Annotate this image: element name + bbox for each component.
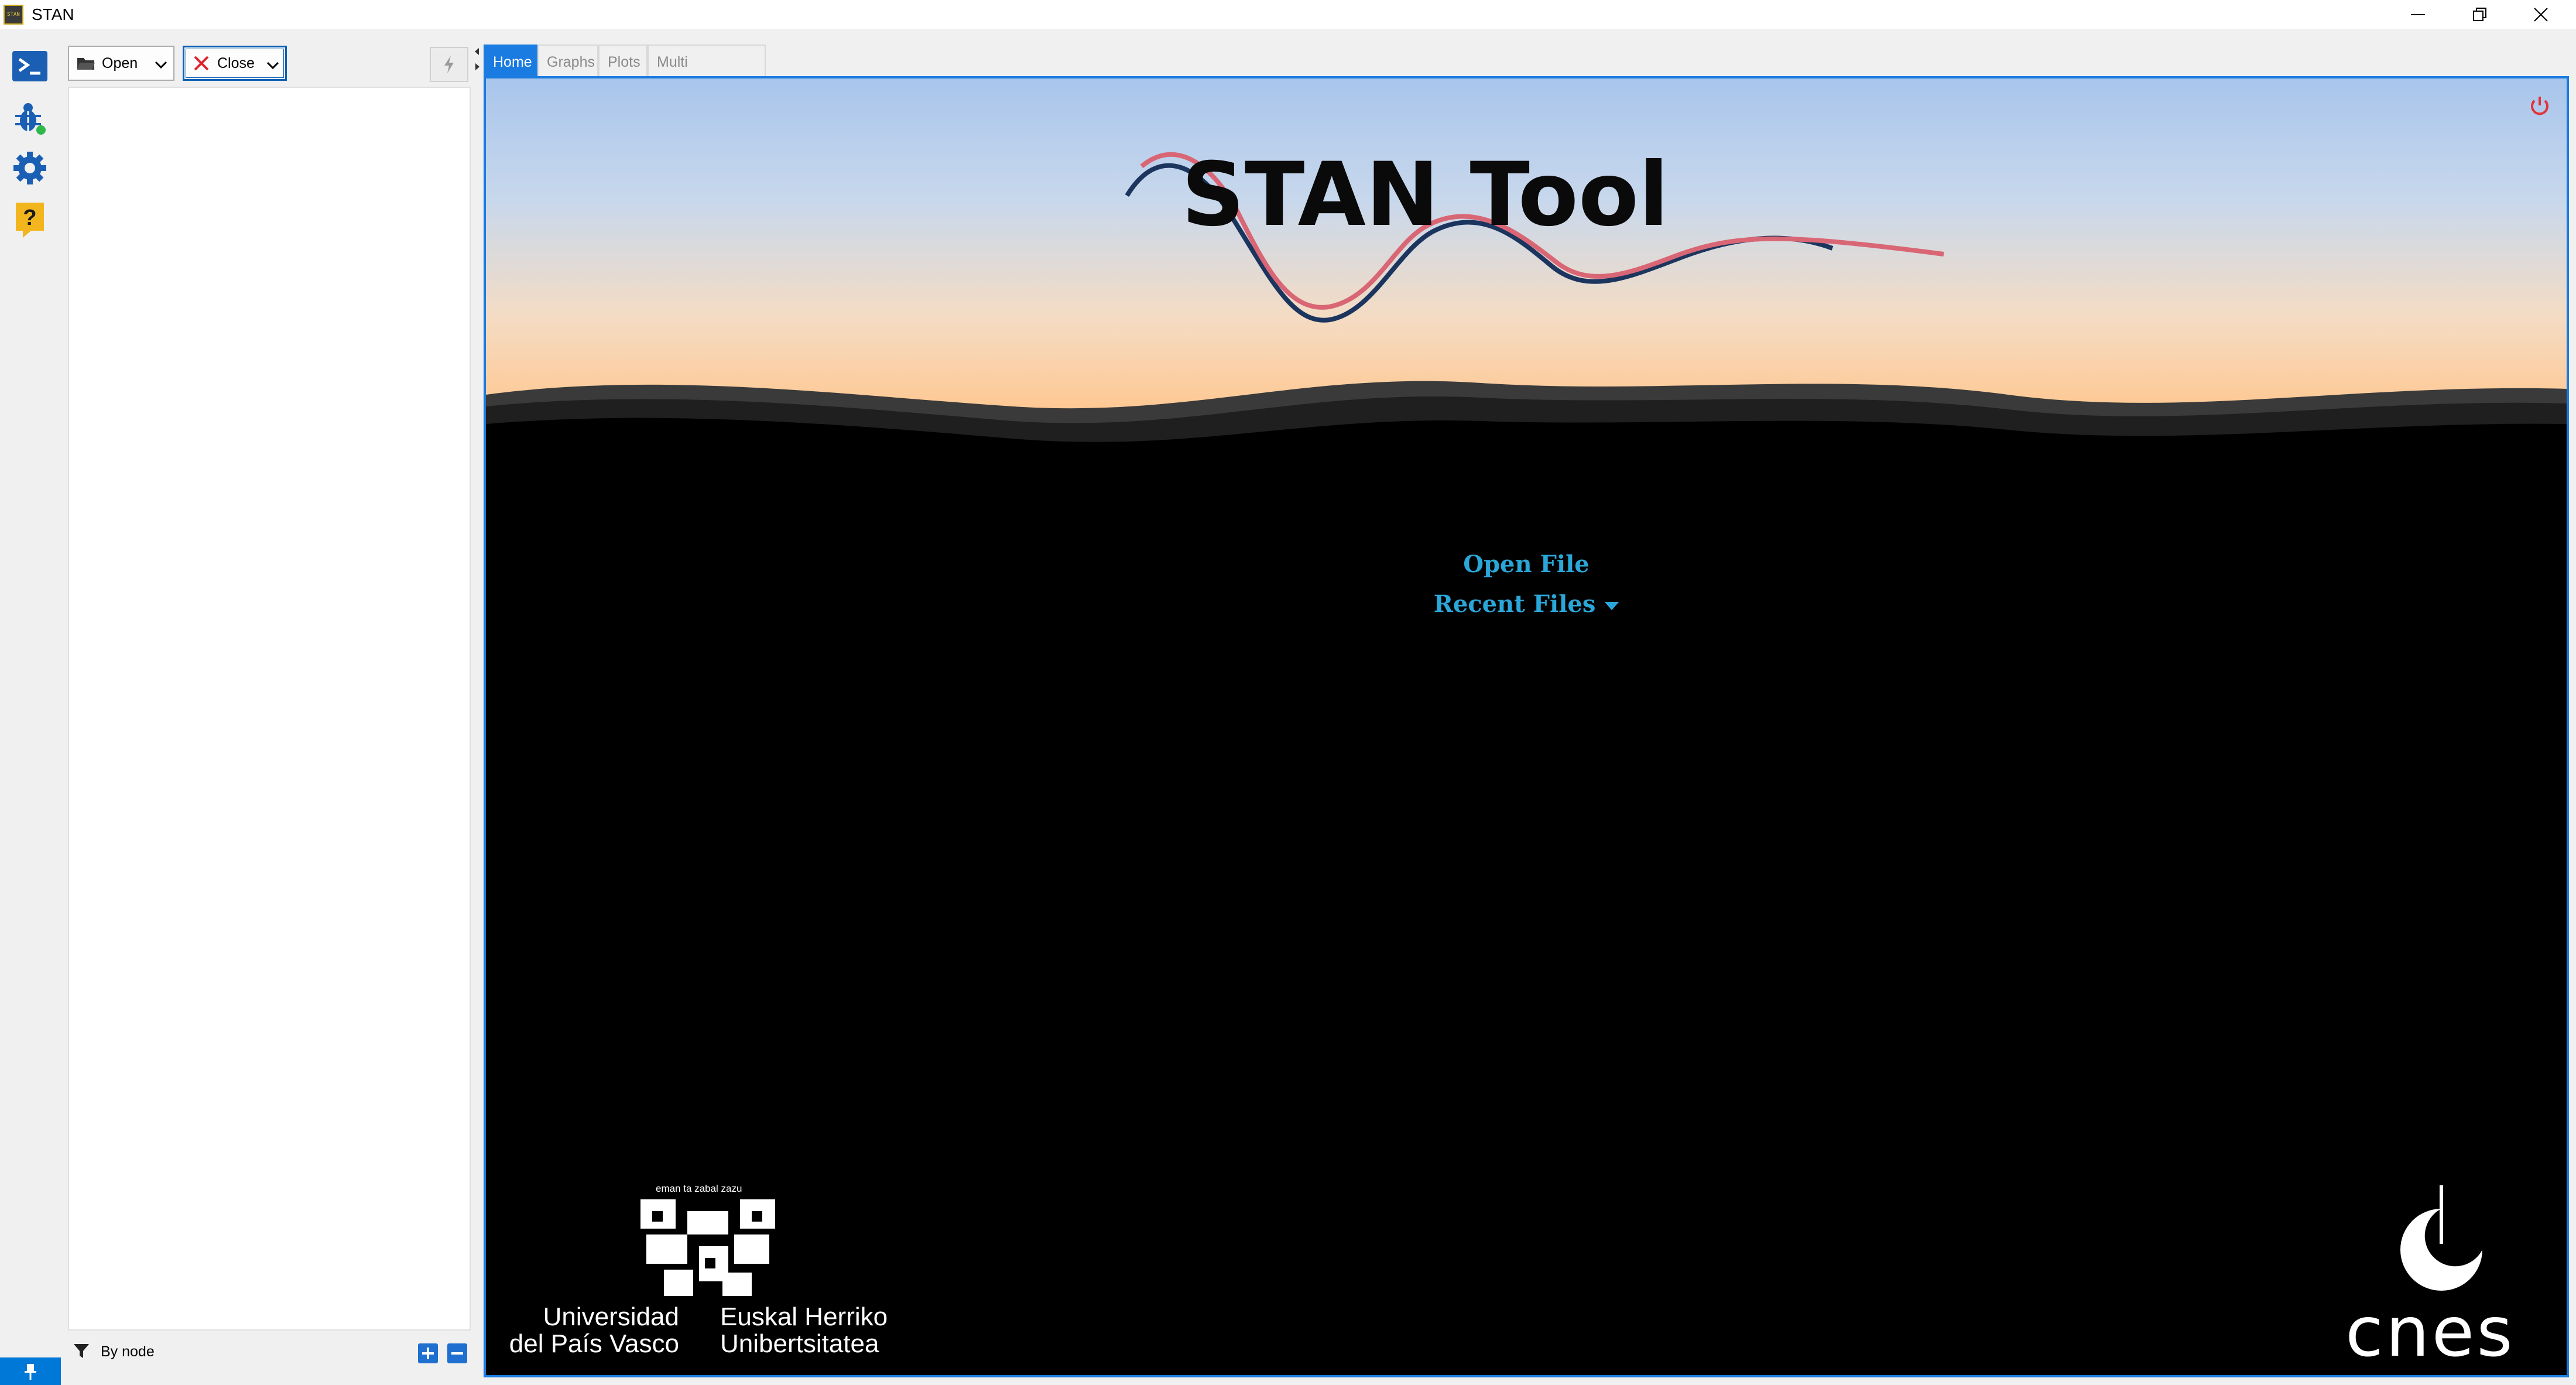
open-file-label[interactable]: Open File [1463, 550, 1590, 578]
lightning-icon [444, 56, 454, 73]
recent-files-label[interactable]: Recent Files [1434, 590, 1596, 618]
window-title: STAN [32, 5, 74, 23]
quick-action-button[interactable] [430, 47, 468, 82]
svg-text:?: ? [23, 206, 36, 230]
minimize-icon [2411, 14, 2425, 15]
power-button[interactable] [2529, 95, 2550, 120]
power-icon [2531, 97, 2548, 115]
recent-files-link[interactable]: Recent Files [486, 590, 2567, 618]
open-dropdown[interactable]: Open [68, 46, 174, 81]
filter-icon[interactable] [73, 1342, 90, 1363]
activity-bar: ? [0, 29, 61, 1385]
open-label: Open [102, 54, 138, 71]
tab-home[interactable]: Home [484, 45, 537, 77]
stan-tool-logo-title: STAN Tool [1181, 144, 1669, 246]
ehu-name-spanish: Universidad del País Vasco [503, 1304, 679, 1357]
terminal-icon [12, 51, 47, 81]
side-toolbar: Open Close [66, 42, 473, 83]
settings-button[interactable] [11, 149, 49, 187]
restore-button[interactable] [2451, 0, 2509, 29]
tab-graphs[interactable]: Graphs [537, 45, 598, 77]
close-icon [2534, 8, 2548, 22]
tab-multi-parameters[interactable]: Multi Parameters [648, 45, 766, 103]
tree-footer: By node [68, 1334, 471, 1369]
node-tree-panel[interactable] [68, 87, 471, 1331]
restore-icon [2473, 8, 2486, 21]
dropdown-arrow-icon[interactable] [1605, 602, 1619, 610]
wave-decoration: STAN Tool [486, 144, 2567, 1375]
help-icon: ? [16, 203, 44, 238]
home-page: STAN Tool Open File Recent Files eman ta… [484, 76, 2569, 1377]
ehu-motto: eman ta zabal zazu [656, 1183, 742, 1194]
collapse-arrows-icon [475, 48, 479, 70]
collapse-all-button[interactable] [447, 1343, 467, 1363]
cnes-wordmark: cnes [2345, 1291, 2515, 1372]
panel-splitter-handle[interactable] [473, 46, 481, 75]
title-bar: STAN STAN [0, 0, 2576, 29]
cnes-emblem-logo [2342, 1185, 2541, 1305]
terminal-button[interactable] [11, 47, 49, 86]
expand-all-button[interactable] [418, 1343, 438, 1363]
close-window-button[interactable] [2512, 0, 2570, 29]
minimize-button[interactable] [2389, 0, 2447, 29]
chevron-down-icon [155, 56, 167, 73]
chevron-down-icon [266, 57, 279, 74]
filter-mode-label[interactable]: By node [101, 1343, 155, 1360]
close-label: Close [217, 54, 255, 71]
ehu-name-basque: Euskal Herriko Unibertsitatea [720, 1304, 888, 1357]
red-x-icon [191, 53, 211, 73]
tab-bar: Home Graphs Plots Multi Parameters [484, 45, 2568, 103]
ehu-name-eu-line2: Unibertsitatea [720, 1329, 879, 1358]
help-button[interactable]: ? [11, 200, 49, 239]
gear-icon [13, 152, 46, 184]
pin-icon [25, 1363, 36, 1380]
tab-plots[interactable]: Plots [598, 45, 648, 77]
close-dropdown[interactable]: Close [183, 46, 287, 81]
folder-icon [76, 53, 96, 73]
ehu-name-es-line1: Universidad [543, 1302, 679, 1331]
open-file-link[interactable]: Open File [486, 550, 2567, 578]
app-icon: STAN [4, 5, 23, 25]
debug-button[interactable] [11, 98, 49, 137]
pin-button[interactable] [0, 1357, 61, 1385]
ehu-name-eu-line1: Euskal Herriko [720, 1302, 888, 1331]
bug-icon [15, 103, 46, 135]
ehu-emblem-logo [640, 1199, 775, 1302]
ehu-name-es-line2: del País Vasco [509, 1329, 679, 1358]
